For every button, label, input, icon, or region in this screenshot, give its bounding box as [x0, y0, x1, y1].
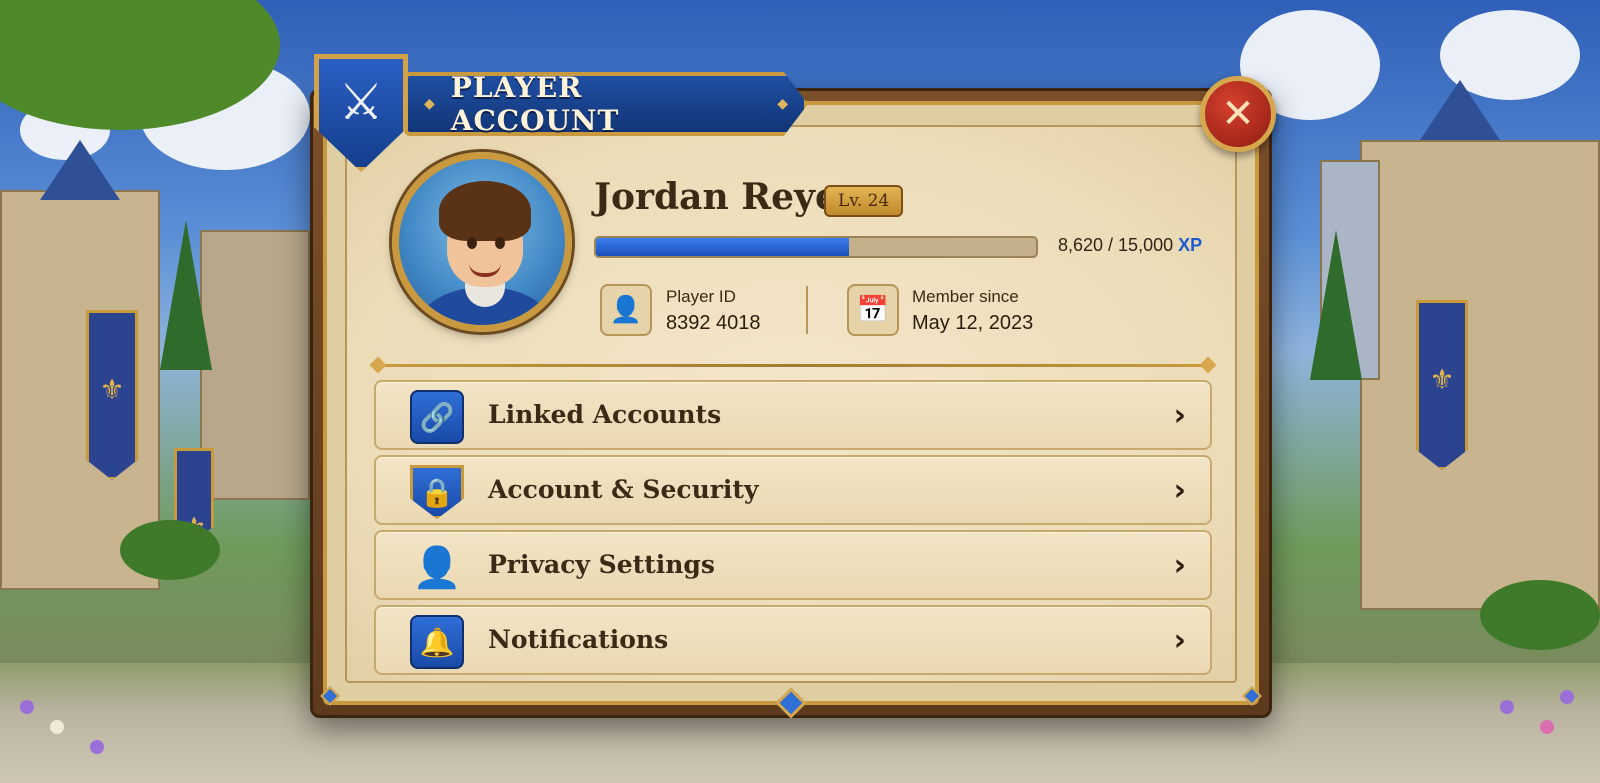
- level-badge: Lv. 24: [824, 185, 904, 217]
- member-since-label: Member since: [912, 287, 1019, 306]
- menu-item-label: Privacy Settings: [488, 550, 715, 579]
- link-icon: 🔗: [410, 390, 464, 444]
- menu-item-label: Account & Security: [488, 475, 759, 504]
- crossed-swords-icon: ⚔: [338, 73, 384, 131]
- diamond-icon: ◆: [424, 96, 435, 112]
- section-separator: [378, 364, 1208, 367]
- menu-item-label: Notifications: [488, 625, 669, 654]
- title-banner: ◆ PLAYER ACCOUNT ◆: [404, 72, 808, 136]
- menu-item-label: Linked Accounts: [488, 400, 722, 429]
- person-shield-icon: 👤: [412, 544, 462, 591]
- member-since-value: May 12, 2023: [912, 312, 1034, 334]
- xp-progress-bar: [594, 236, 1038, 258]
- info-divider: [806, 286, 808, 334]
- avatar[interactable]: [392, 152, 572, 332]
- chevron-right-icon: ›: [1173, 548, 1186, 583]
- xp-progress-fill: [596, 238, 849, 256]
- bell-icon: 🔔: [410, 615, 464, 669]
- chevron-right-icon: ›: [1173, 473, 1186, 508]
- menu-item-account-security[interactable]: 🔒 Account & Security ›: [374, 455, 1212, 525]
- close-button[interactable]: ✕: [1200, 76, 1276, 152]
- xp-value: 8,620 / 15,000: [1058, 235, 1174, 255]
- xp-readout: 8,620 / 15,000 XP: [1058, 235, 1202, 256]
- menu-item-notifications[interactable]: 🔔 Notifications ›: [374, 605, 1212, 675]
- diamond-icon: ◆: [777, 96, 788, 112]
- menu-item-linked-accounts[interactable]: 🔗 Linked Accounts ›: [374, 380, 1212, 450]
- shield-lock-icon: 🔒: [410, 465, 464, 519]
- calendar-icon: 📅: [847, 284, 899, 336]
- player-id-label: Player ID: [666, 287, 736, 306]
- chevron-right-icon: ›: [1173, 623, 1186, 658]
- dialog-title: PLAYER ACCOUNT: [450, 71, 620, 137]
- chevron-right-icon: ›: [1173, 398, 1186, 433]
- xp-unit: XP: [1178, 235, 1203, 255]
- player-name: Jordan Reyes: [594, 176, 859, 218]
- player-id-icon: 👤: [600, 284, 652, 336]
- menu-item-privacy-settings[interactable]: 👤 Privacy Settings ›: [374, 530, 1212, 600]
- player-id-value: 8392 4018: [666, 312, 761, 334]
- close-icon: ✕: [1221, 91, 1255, 137]
